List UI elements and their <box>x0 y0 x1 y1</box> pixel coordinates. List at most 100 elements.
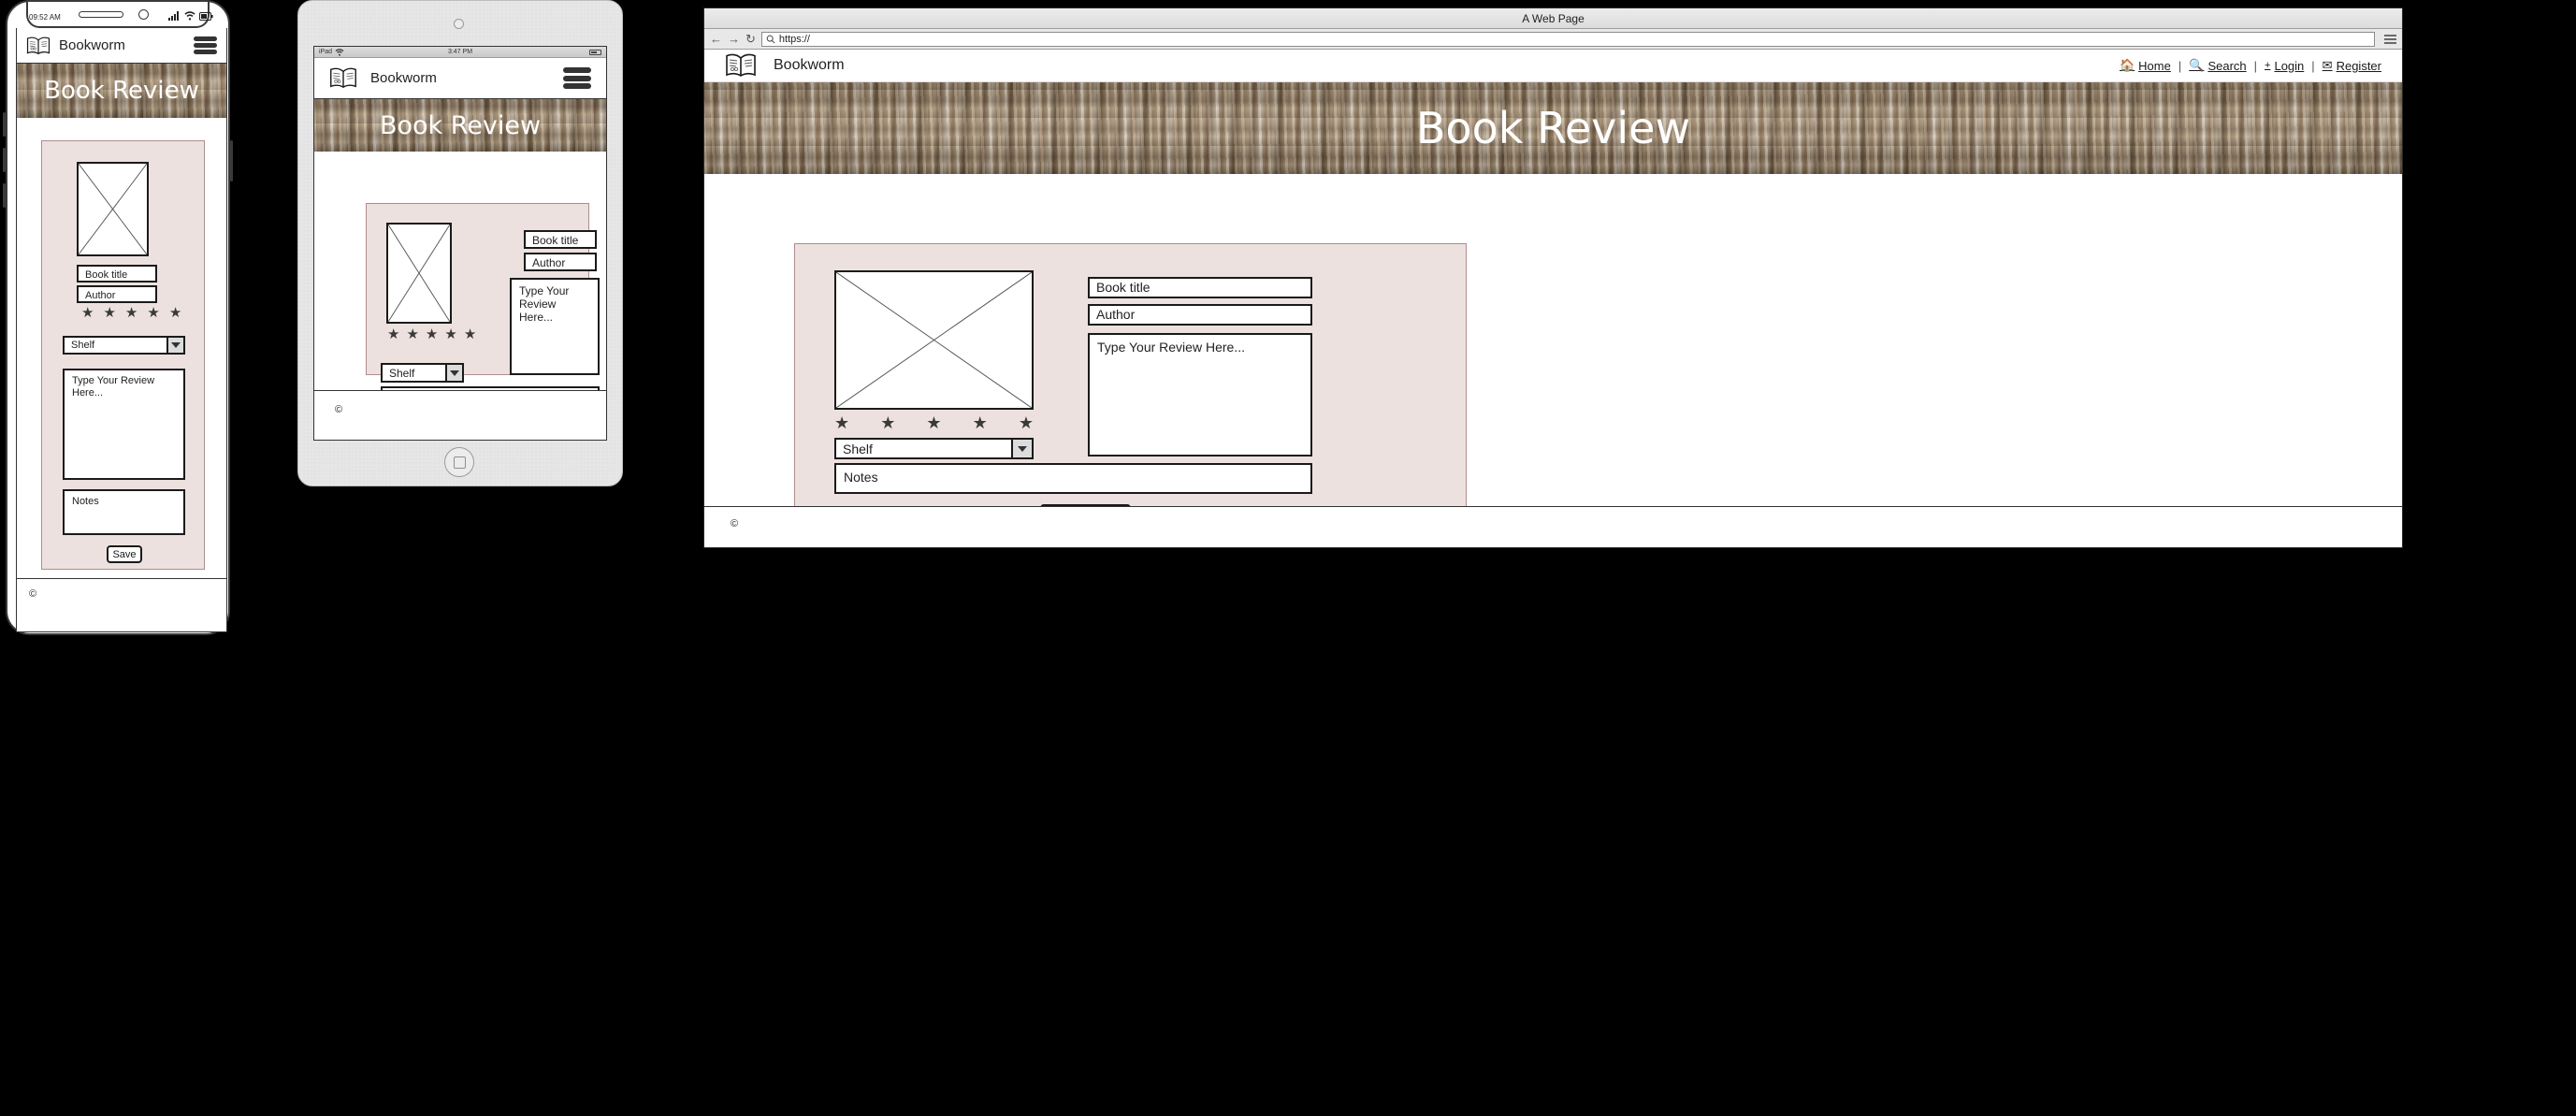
phone-app-header: Bookworm <box>17 28 226 64</box>
desktop-nav-links: 🏠 Home | 🔍 Search | + Login | ✉ Register <box>2120 58 2381 73</box>
tablet-home-button[interactable] <box>444 447 474 477</box>
desktop-hero-title: Book Review <box>1415 103 1691 153</box>
home-icon: 🏠 <box>2119 58 2135 72</box>
desktop-star-rating[interactable]: ★ ★ ★ ★ ★ <box>834 414 1034 431</box>
phone-review-form-panel: Book title Author ★ ★ ★ ★ ★ Shelf Type Y… <box>41 140 205 570</box>
phone-hamburger-menu-icon[interactable] <box>194 36 217 54</box>
phone-star-rating[interactable]: ★ ★ ★ ★ ★ <box>81 306 181 320</box>
star-icon[interactable]: ★ <box>444 327 456 341</box>
star-icon[interactable]: ★ <box>834 414 849 431</box>
tablet-device: iPad 3:47 PM Bookworm Book Review ★ ★ ★ … <box>297 0 623 486</box>
nav-link-register-label: Register <box>2336 58 2381 73</box>
star-icon[interactable]: ★ <box>426 327 438 341</box>
star-icon[interactable]: ★ <box>1019 414 1034 431</box>
back-arrow-icon[interactable]: ← <box>710 33 722 45</box>
star-icon[interactable]: ★ <box>387 327 399 341</box>
chevron-down-icon[interactable] <box>445 365 462 381</box>
phone-power-button[interactable] <box>230 140 233 181</box>
tablet-review-textarea[interactable]: Type Your Review Here... <box>510 278 600 375</box>
tablet-screen: iPad 3:47 PM Bookworm Book Review ★ ★ ★ … <box>313 46 607 441</box>
desktop-brand-label: Bookworm <box>774 57 845 73</box>
phone-author-input[interactable]: Author <box>77 285 157 303</box>
desktop-book-title-input[interactable]: Book title <box>1088 277 1312 298</box>
tablet-shelf-select[interactable]: Shelf <box>381 363 464 383</box>
star-icon[interactable]: ★ <box>880 414 895 431</box>
search-icon <box>766 35 775 44</box>
phone-book-title-input[interactable]: Book title <box>77 265 157 283</box>
tablet-hamburger-menu-icon[interactable] <box>563 67 591 89</box>
star-icon[interactable]: ★ <box>973 414 988 431</box>
envelope-icon: ✉ <box>2322 58 2333 72</box>
phone-hero-banner: Book Review <box>17 64 226 118</box>
battery-icon <box>199 12 213 21</box>
page-viewport: Bookworm 🏠 Home | 🔍 Search | + Login | ✉… <box>704 50 2402 547</box>
desktop-browser-window: A Web Page ← → ↻ https:// Bookworm 🏠 Hom… <box>703 7 2403 548</box>
tablet-book-cover-placeholder[interactable] <box>386 223 452 324</box>
nav-link-login-label: Login <box>2274 58 2305 73</box>
phone-hero-title: Book Review <box>44 77 199 105</box>
star-icon[interactable]: ★ <box>464 327 476 341</box>
star-icon[interactable]: ★ <box>103 306 115 320</box>
nav-link-search[interactable]: 🔍 Search <box>2189 58 2246 73</box>
star-icon[interactable]: ★ <box>406 327 418 341</box>
tablet-star-rating[interactable]: ★ ★ ★ ★ ★ <box>387 327 476 341</box>
nav-link-home[interactable]: 🏠 Home <box>2120 58 2171 73</box>
tablet-author-input[interactable]: Author <box>524 253 597 271</box>
browser-url-value: https:// <box>778 33 810 45</box>
star-icon[interactable]: ★ <box>81 306 94 320</box>
phone-volume-up-button[interactable] <box>3 112 6 137</box>
tablet-app-header: Bookworm <box>314 58 606 99</box>
phone-shelf-select[interactable]: Shelf <box>63 336 185 355</box>
nav-separator: | <box>2311 58 2315 73</box>
login-icon: + <box>2265 60 2271 71</box>
phone-status-icons <box>168 11 213 21</box>
phone-shelf-value: Shelf <box>71 340 95 351</box>
tablet-hero-banner: Book Review <box>314 99 606 152</box>
nav-separator: | <box>2253 58 2258 73</box>
desktop-copyright: © <box>731 518 739 529</box>
nav-separator: | <box>2178 58 2182 73</box>
tablet-hero-title: Book Review <box>379 110 542 140</box>
desktop-hero-banner: Book Review <box>704 82 2402 174</box>
desktop-notes-textarea[interactable]: Notes <box>834 463 1312 494</box>
phone-screen: Bookworm Book Review Book title Author ★ <box>16 28 227 578</box>
nav-link-search-label: Search <box>2207 58 2247 73</box>
book-logo-icon <box>26 36 51 54</box>
desktop-shelf-value: Shelf <box>843 441 873 457</box>
phone-silent-switch[interactable] <box>3 183 6 208</box>
star-icon[interactable]: ★ <box>169 306 181 320</box>
chevron-down-icon[interactable] <box>166 338 183 353</box>
browser-menu-icon[interactable] <box>2384 34 2396 44</box>
tablet-copyright: © <box>335 404 343 415</box>
star-icon[interactable]: ★ <box>125 306 137 320</box>
phone-volume-down-button[interactable] <box>3 148 6 172</box>
star-icon[interactable]: ★ <box>147 306 159 320</box>
phone-save-button[interactable]: Save <box>107 545 142 563</box>
desktop-book-cover-placeholder[interactable] <box>834 270 1034 410</box>
battery-icon <box>589 50 601 55</box>
phone-book-cover-placeholder[interactable] <box>77 162 149 256</box>
signal-icon <box>168 11 179 21</box>
browser-window-title: A Web Page <box>704 8 2402 29</box>
reload-icon[interactable]: ↻ <box>745 33 756 45</box>
search-icon: 🔍 <box>2189 58 2205 72</box>
phone-notes-textarea[interactable]: Notes <box>63 489 185 535</box>
nav-link-register[interactable]: ✉ Register <box>2323 58 2381 73</box>
desktop-author-input[interactable]: Author <box>1088 304 1312 326</box>
browser-chrome: A Web Page ← → ↻ https:// Bookworm 🏠 Hom… <box>703 7 2403 548</box>
phone-review-textarea[interactable]: Type Your Review Here... <box>63 369 185 480</box>
desktop-shelf-select[interactable]: Shelf <box>834 438 1034 459</box>
phone-device: 09:52 AM Bookworm Book Review Book title… <box>3 0 233 635</box>
browser-toolbar: ← → ↻ https:// <box>704 29 2402 50</box>
star-icon[interactable]: ★ <box>926 414 941 431</box>
nav-link-login[interactable]: + Login <box>2265 59 2304 73</box>
desktop-review-textarea[interactable]: Type Your Review Here... <box>1088 333 1312 457</box>
browser-url-bar[interactable]: https:// <box>760 31 2375 47</box>
forward-arrow-icon[interactable]: → <box>728 33 740 45</box>
tablet-status-bar: iPad 3:47 PM <box>314 47 606 58</box>
wifi-icon <box>184 11 195 21</box>
tablet-book-title-input[interactable]: Book title <box>524 230 597 249</box>
chevron-down-icon[interactable] <box>1011 440 1032 457</box>
book-logo-icon <box>330 67 356 89</box>
phone-front-camera-icon <box>138 9 149 20</box>
